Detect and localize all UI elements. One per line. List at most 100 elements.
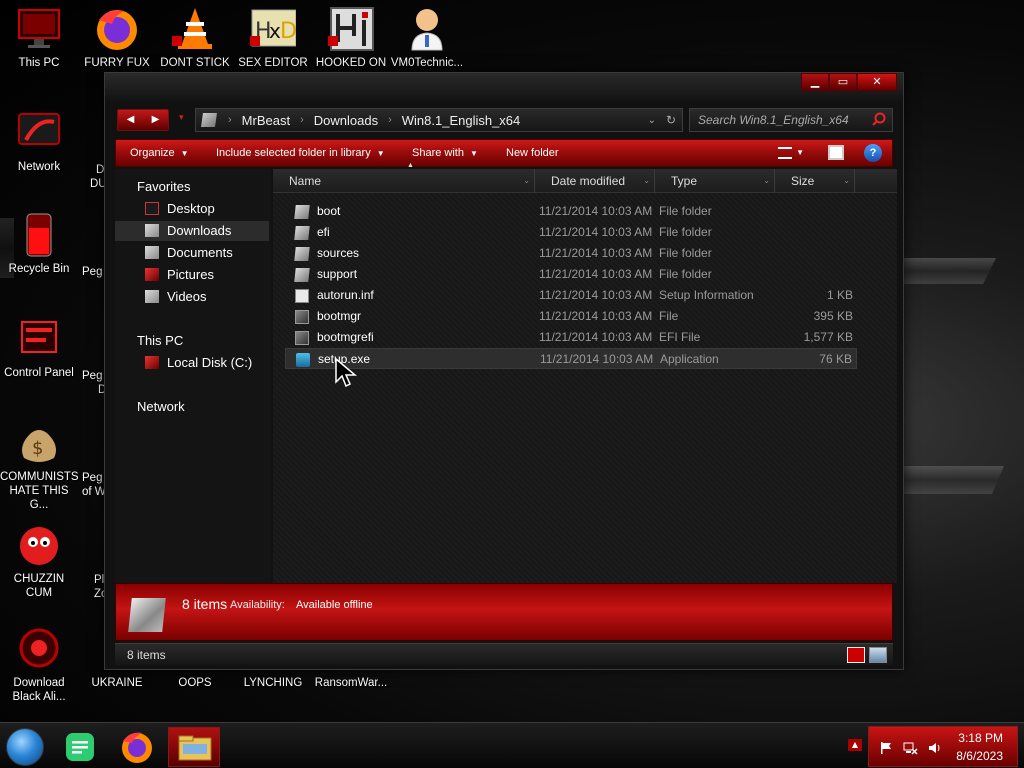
breadcrumb-win81[interactable]: Win8.1_English_x64 [402,113,521,128]
taskbar-notes-app[interactable] [54,727,106,767]
taskbar-firefox[interactable] [110,727,162,767]
clock-date[interactable]: 8/6/2023 [956,749,1003,763]
chevron-down-icon: ⌄ [523,176,530,185]
desktop-icon-recycle-bin[interactable]: Recycle Bin [0,212,78,276]
minimize-button[interactable]: ▁ [801,73,829,91]
column-header-size[interactable]: Size ⌄ [779,169,855,193]
desktop-icon-label: Control Panel [4,367,74,379]
navigation-pane: Favorites Desktop Downloads Documents Pi… [115,169,271,583]
details-view-icon[interactable] [847,647,865,663]
desktop-icon-download-black[interactable]: Download Black Ali... [0,626,78,704]
desktop-partial-label: of W [82,486,106,498]
red-fuzzball-icon [16,522,62,568]
network-status-icon[interactable] [903,741,919,758]
action-center-flag-icon[interactable] [879,741,893,758]
desktop-icon-furry-fux[interactable]: FURRY FUX [78,6,156,70]
new-folder-button[interactable]: New folder [506,147,559,159]
status-item-count: 8 items [127,648,166,662]
desktop-icon-label: COMMUNISTS HATE THIS G... [0,471,79,511]
include-library-button[interactable]: Include selected folder in library ▼ [216,147,385,159]
nav-videos[interactable]: Videos [145,287,207,307]
view-options-icon[interactable] [778,147,792,159]
close-button[interactable]: ✕ [857,73,897,91]
column-header-date[interactable]: Date modified ⌄ [539,169,655,193]
start-button[interactable] [6,728,44,766]
nav-network[interactable]: Network [133,397,185,417]
file-row[interactable]: boot 11/21/2014 10:03 AM File folder [285,201,857,222]
preview-pane-icon[interactable] [828,145,844,160]
item-count: 8 items [182,596,228,612]
breadcrumb-downloads[interactable]: Downloads [314,113,378,128]
desktop-icon-label: Recycle Bin [8,263,70,275]
file-row-hovered[interactable]: setup.exe 11/21/2014 10:03 AM Applicatio… [285,348,857,369]
money-bag-icon: $ [16,420,62,466]
desktop-icon-network[interactable]: Network [0,110,78,174]
file-row[interactable]: bootmgrefi 11/21/2014 10:03 AM EFI File … [285,327,857,348]
file-date: 11/21/2014 10:03 AM [539,330,653,344]
column-header-type[interactable]: Type ⌄ [659,169,775,193]
nav-local-disk[interactable]: Local Disk (C:) [145,353,252,373]
share-with-button[interactable]: Share with ▼ [412,147,478,159]
refresh-icon[interactable]: ↻ [666,113,676,127]
command-bar: Organize ▼ Include selected folder in lib… [115,139,893,167]
monitor-icon [16,6,62,52]
forward-button[interactable]: ▶ [143,110,168,130]
file-row[interactable]: support 11/21/2014 10:03 AM File folder [285,264,857,285]
back-button[interactable]: ◀ [118,110,143,130]
desktop-icon-communists[interactable]: $ COMMUNISTS HATE THIS G... [0,420,79,512]
desktop-icon-vm0technic[interactable]: VM0Technic... [388,6,466,70]
column-header-name[interactable]: Name ⌄ [277,169,535,193]
taskbar-file-explorer[interactable] [168,727,220,767]
caret-down-icon[interactable]: ▼ [796,148,804,157]
window-titlebar[interactable]: ▁ ▭ ✕ [105,73,903,103]
maze-icon [328,6,374,52]
network-icon [16,110,62,156]
application-icon [296,352,310,367]
desktop-icon-chuzzin-cum[interactable]: CHUZZIN CUM [0,522,78,600]
file-type: Application [660,352,719,366]
column-label: Size [791,174,815,188]
folder-icon [294,225,310,240]
file-type: File folder [659,246,712,260]
file-row[interactable]: sources 11/21/2014 10:03 AM File folder [285,243,857,264]
details-pane: 8 items Availability: Available offline [115,583,893,641]
desktop-icon-control-panel[interactable]: Control Panel [0,316,78,380]
search-icon[interactable] [872,112,886,129]
chevron-down-icon[interactable]: ⌄ [648,115,656,126]
breadcrumb-mrbeast[interactable]: MrBeast [242,113,290,128]
clock-time[interactable]: 3:18 PM [958,731,1003,745]
tiles-view-icon[interactable] [869,647,887,663]
file-row[interactable]: autorun.inf 11/21/2014 10:03 AM Setup In… [285,285,857,306]
desktop-icon-this-pc[interactable]: This PC [0,6,78,70]
file-name: sources [317,246,360,260]
nav-desktop[interactable]: Desktop [145,199,215,219]
nav-label: Downloads [167,223,232,238]
search-placeholder: Search Win8.1_English_x64 [698,113,849,127]
file-row[interactable]: bootmgr 11/21/2014 10:03 AM File 395 KB [285,306,857,327]
organize-button[interactable]: Organize ▼ [130,147,189,159]
address-bar[interactable]: › MrBeast › Downloads › Win8.1_English_x… [195,108,683,132]
file-name: support [317,267,358,281]
nav-label: Local Disk (C:) [167,355,253,370]
file-size: 395 KB [813,309,853,323]
nav-this-pc[interactable]: This PC [133,331,183,351]
recent-locations-button[interactable]: ▾ [179,113,184,123]
nav-pictures[interactable]: Pictures [145,265,214,285]
nav-label: Videos [167,289,207,304]
desktop-icon-dont-stick[interactable]: DONT STICK [156,6,234,70]
volume-icon[interactable] [927,741,943,758]
file-row[interactable]: efi 11/21/2014 10:03 AM File folder [285,222,857,243]
folder-icon [294,267,310,282]
show-hidden-icons-button[interactable]: ▲ [848,739,862,751]
nav-documents[interactable]: Documents [145,243,233,263]
file-type: File [659,309,679,323]
maximize-button[interactable]: ▭ [829,73,857,91]
file-type: File folder [659,225,712,239]
desktop-icon-hooked-on[interactable]: HOOKED ON [312,6,390,70]
help-icon[interactable]: ? [864,144,882,162]
nav-label: Favorites [137,179,191,194]
desktop-icon-sex-editor[interactable]: HxD SEX EDITOR [234,6,312,70]
nav-downloads[interactable]: Downloads [115,221,269,241]
nav-favorites[interactable]: Favorites [133,177,190,197]
search-input[interactable]: Search Win8.1_English_x64 [689,108,893,132]
